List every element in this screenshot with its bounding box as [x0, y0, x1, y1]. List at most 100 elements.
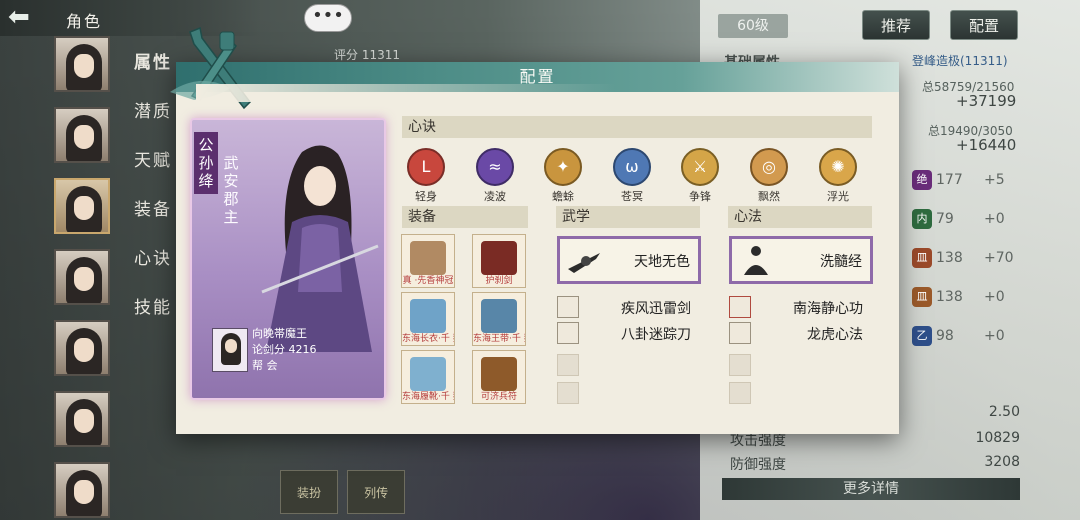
equipment-label: 东海履靴·千 鹅	[402, 392, 454, 402]
xinfa-main-name: 洗髓经	[820, 254, 862, 270]
gem-row: 内 79 +0	[912, 209, 1022, 231]
belt-icon	[481, 299, 517, 333]
gem-bonus: +70	[984, 250, 1014, 266]
equipment-slot-token[interactable]: 可济兵符	[472, 350, 526, 404]
config-modal: 配置 公孙绛 武安郡主 向晚帯魔王 论剑分 4216 帮 会 心诀 L 轻身 ≈…	[170, 26, 899, 434]
wuxue-header: 武学	[556, 206, 700, 228]
wuxue-sub-slot[interactable]: 八卦迷踪刀	[557, 322, 701, 344]
bottom-icon-bar: 装扮 列传	[280, 470, 409, 514]
empty-slot[interactable]	[729, 354, 751, 376]
xinjue-label: 飘然	[758, 190, 780, 203]
gem-bonus: +5	[984, 172, 1005, 188]
gem-value: 177	[936, 172, 963, 188]
toad-icon: ✦	[544, 148, 582, 186]
boots-icon	[410, 357, 446, 391]
character-portrait-selected[interactable]	[54, 178, 110, 234]
character-card[interactable]: 公孙绛 武安郡主 向晚帯魔王 论剑分 4216 帮 会	[190, 118, 386, 400]
xinjue-slot[interactable]: ◎ 飘然	[744, 148, 794, 204]
config-button[interactable]: 配置	[950, 10, 1018, 40]
back-arrow-icon[interactable]: ⬅	[8, 4, 48, 32]
character-portrait-list	[54, 36, 112, 520]
wave-icon: ≈	[476, 148, 514, 186]
character-portrait[interactable]	[54, 107, 110, 163]
chat-bubble-button[interactable]: •••	[304, 4, 352, 32]
owner-info: 向晚帯魔王 论剑分 4216 帮 会	[212, 327, 382, 376]
character-art	[261, 145, 379, 352]
equipment-slot-robe[interactable]: 东海长衣·千 鹅	[401, 292, 455, 346]
wuxue-sub-slot[interactable]: 疾风迅雷剑	[557, 296, 701, 318]
character-portrait[interactable]	[54, 320, 110, 376]
xinjue-slot[interactable]: ⚔ 争锋	[675, 148, 725, 204]
side-menu-talent[interactable]: 天赋	[134, 146, 172, 195]
side-menu-xinjue[interactable]: 心诀	[134, 244, 172, 293]
gem-bonus: +0	[984, 211, 1005, 227]
equipment-slot-belt[interactable]: 东海王带·千 鹅	[472, 292, 526, 346]
xinfa-sub-slot[interactable]: 龙虎心法	[729, 322, 873, 344]
bottom-stat-value: 2.50	[988, 404, 1020, 420]
xinjue-label: 浮光	[827, 190, 849, 203]
dark-sky-icon: ω	[613, 148, 651, 186]
martial-art-icon	[568, 253, 600, 273]
score-bg-text: 评分 11311	[334, 48, 400, 62]
gem-bonus: +0	[984, 328, 1005, 344]
equipment-label: 真 ·先香神冠	[402, 276, 454, 286]
page-title: 角色	[66, 12, 103, 31]
level-badge: 60级	[718, 14, 788, 38]
xinfa-sub-slot[interactable]: 南海静心功	[729, 296, 873, 318]
side-menu-skills[interactable]: 技能	[134, 293, 172, 342]
xinjue-header: 心诀	[402, 116, 872, 138]
meditation-icon	[729, 296, 751, 318]
stat-big-2: +16440	[956, 136, 1017, 154]
xinfa-main-slot[interactable]: 洗髓经	[729, 236, 873, 284]
meditation-icon	[744, 246, 768, 275]
martial-art-icon	[557, 296, 579, 318]
meditation-icon	[729, 322, 751, 344]
xinjue-slot[interactable]: L 轻身	[401, 148, 451, 204]
xinjue-slot[interactable]: ✺ 浮光	[813, 148, 863, 204]
stat-big-1: +37199	[956, 92, 1017, 110]
character-portrait[interactable]	[54, 462, 110, 518]
float-icon: ◎	[750, 148, 788, 186]
xinjue-slot[interactable]: ≈ 凌波	[470, 148, 520, 204]
more-details-button[interactable]: 更多详情	[722, 478, 1020, 500]
xinjue-label: 蟾蜍	[552, 190, 574, 203]
equipment-label: 东海长衣·千 鹅	[402, 334, 454, 344]
bottom-stat-label: 防御强度	[730, 457, 786, 473]
equipment-slot-boots[interactable]: 东海履靴·千 鹅	[401, 350, 455, 404]
equipment-slot-head[interactable]: 真 ·先香神冠	[401, 234, 455, 288]
character-name: 公孙绛	[194, 132, 218, 194]
robe-icon	[410, 299, 446, 333]
empty-slot[interactable]	[729, 382, 751, 404]
side-menu-equipment[interactable]: 装备	[134, 195, 172, 244]
decorative-cloud	[196, 84, 616, 102]
ascend-link[interactable]: 登峰造极(11311)	[912, 52, 1008, 69]
wuxue-main-slot[interactable]: 天地无色	[557, 236, 701, 284]
floating-light-icon: ✺	[819, 148, 857, 186]
xinjue-label: 凌波	[484, 190, 506, 203]
gem-row: 乙 98 +0	[912, 326, 1022, 348]
xinjue-label: 争锋	[689, 190, 711, 203]
outfit-button[interactable]: 装扮	[280, 470, 338, 514]
character-portrait[interactable]	[54, 391, 110, 447]
gem-icon: 绝	[912, 170, 932, 190]
avatar	[212, 328, 248, 372]
helmet-icon	[410, 241, 446, 275]
character-portrait[interactable]	[54, 249, 110, 305]
recommend-button[interactable]: 推荐	[862, 10, 930, 40]
equipment-slot-weapon[interactable]: 护刹剑	[472, 234, 526, 288]
character-portrait[interactable]	[54, 36, 110, 92]
sword-icon	[481, 241, 517, 275]
biography-button[interactable]: 列传	[347, 470, 406, 514]
empty-slot[interactable]	[557, 354, 579, 376]
bottom-stat-label: 攻击强度	[730, 433, 786, 449]
xinjue-slot[interactable]: ω 苍冥	[607, 148, 657, 204]
gem-value: 98	[936, 328, 954, 344]
xinjue-slot[interactable]: ✦ 蟾蜍	[538, 148, 588, 204]
gem-value: 79	[936, 211, 954, 227]
bottom-stat-value: 10829	[975, 430, 1020, 446]
lightbody-icon: L	[407, 148, 445, 186]
gem-value: 138	[936, 250, 963, 266]
bottom-stat-value: 3208	[984, 454, 1020, 470]
empty-slot[interactable]	[557, 382, 579, 404]
clash-icon: ⚔	[681, 148, 719, 186]
